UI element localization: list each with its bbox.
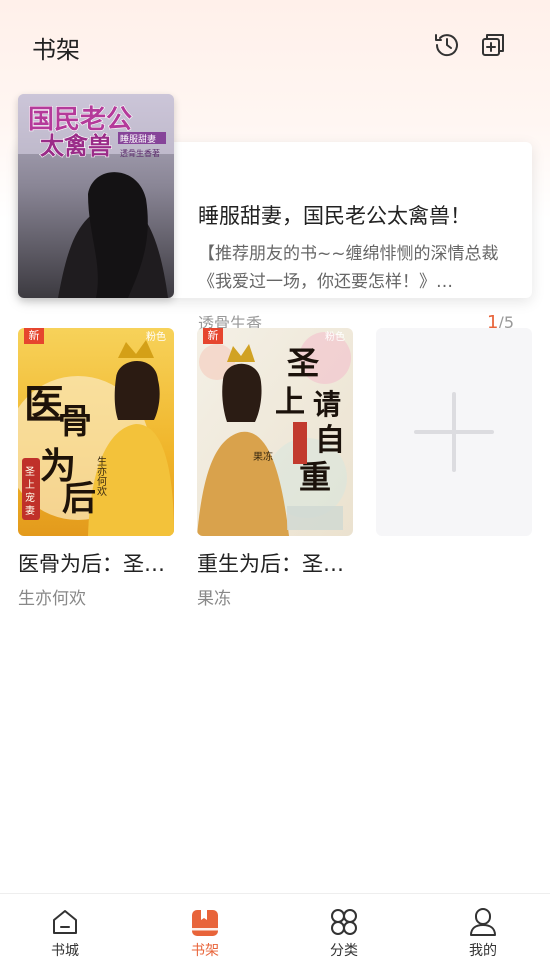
cover-title-line2: 太禽兽: [40, 131, 112, 160]
add-book-button[interactable]: [376, 328, 532, 536]
tab-bookshelf[interactable]: 书架: [170, 906, 240, 960]
tab-category[interactable]: 分类: [309, 906, 379, 960]
svg-text:宠: 宠: [25, 491, 35, 504]
book-item[interactable]: 医 骨 为 后 圣 上 宠 妻 生亦何欢 新 粉色 医骨为后：圣… 生亦何欢: [18, 328, 174, 609]
book-author: 生亦何欢: [18, 589, 86, 609]
category-grid-icon: [331, 909, 357, 935]
featured-description: 【推荐朋友的书~~缠绵悱恻的深情总裁《我爱过一场，你还要怎样！》…: [198, 244, 499, 292]
book-item[interactable]: 圣 上 请 自 重 果冻 新 粉色 重生为后：圣… 果冻: [197, 328, 353, 609]
cover-big-title: 骨: [58, 402, 92, 442]
tab-label: 书城: [51, 943, 79, 959]
cover-big-title: 后: [62, 479, 96, 519]
book-title: 医骨为后：圣…: [18, 552, 165, 576]
cover-big-title: 请: [313, 388, 341, 421]
tab-profile[interactable]: 我的: [448, 906, 518, 960]
book-author: 果冻: [197, 589, 231, 609]
cover-tag: 粉色: [146, 332, 166, 343]
profile-icon: [470, 908, 496, 936]
tab-label: 我的: [469, 943, 497, 959]
bookshelf-icon: [192, 910, 218, 936]
svg-text:妻: 妻: [25, 504, 35, 517]
svg-text:圣: 圣: [25, 466, 35, 478]
tab-label: 书架: [191, 943, 219, 959]
book-cover[interactable]: 圣 上 请 自 重 果冻 新 粉色: [197, 328, 353, 536]
featured-cover[interactable]: 国民老公 太禽兽 睡服甜妻 透骨生香著: [18, 94, 174, 298]
tab-label: 分类: [330, 943, 358, 959]
cover-big-title: 圣: [287, 344, 320, 382]
cover-author-mark: 透骨生香著: [120, 148, 160, 158]
svg-text:上: 上: [25, 479, 35, 491]
cover-big-title: 自: [315, 423, 345, 458]
cover-tag: 睡服甜妻: [120, 133, 156, 145]
history-clock-icon[interactable]: [432, 30, 462, 60]
new-badge: 新: [203, 328, 223, 344]
cover-big-title: 上: [275, 385, 305, 420]
book-cover[interactable]: 医 骨 为 后 圣 上 宠 妻 生亦何欢 新 粉色: [18, 328, 174, 536]
new-badge: 新: [24, 328, 44, 344]
home-icon: [53, 910, 77, 934]
header: 书架: [0, 0, 550, 92]
add-book-stack-icon[interactable]: [478, 30, 508, 60]
cover-author: 果冻: [253, 450, 273, 463]
book-title: 重生为后：圣…: [197, 552, 344, 576]
tab-bookstore[interactable]: 书城: [30, 906, 100, 960]
cover-author: 生亦何欢: [95, 455, 107, 497]
featured-title: 睡服甜妻，国民老公太禽兽！: [198, 204, 471, 228]
featured-book[interactable]: 睡服甜妻，国民老公太禽兽！ 【推荐朋友的书~~缠绵悱恻的深情总裁《我爱过一场，你…: [18, 94, 532, 333]
bottom-tab-bar: 书城 书架 分类 我的: [0, 893, 550, 965]
cover-tag: 粉色: [325, 332, 345, 343]
page-title: 书架: [32, 36, 80, 64]
